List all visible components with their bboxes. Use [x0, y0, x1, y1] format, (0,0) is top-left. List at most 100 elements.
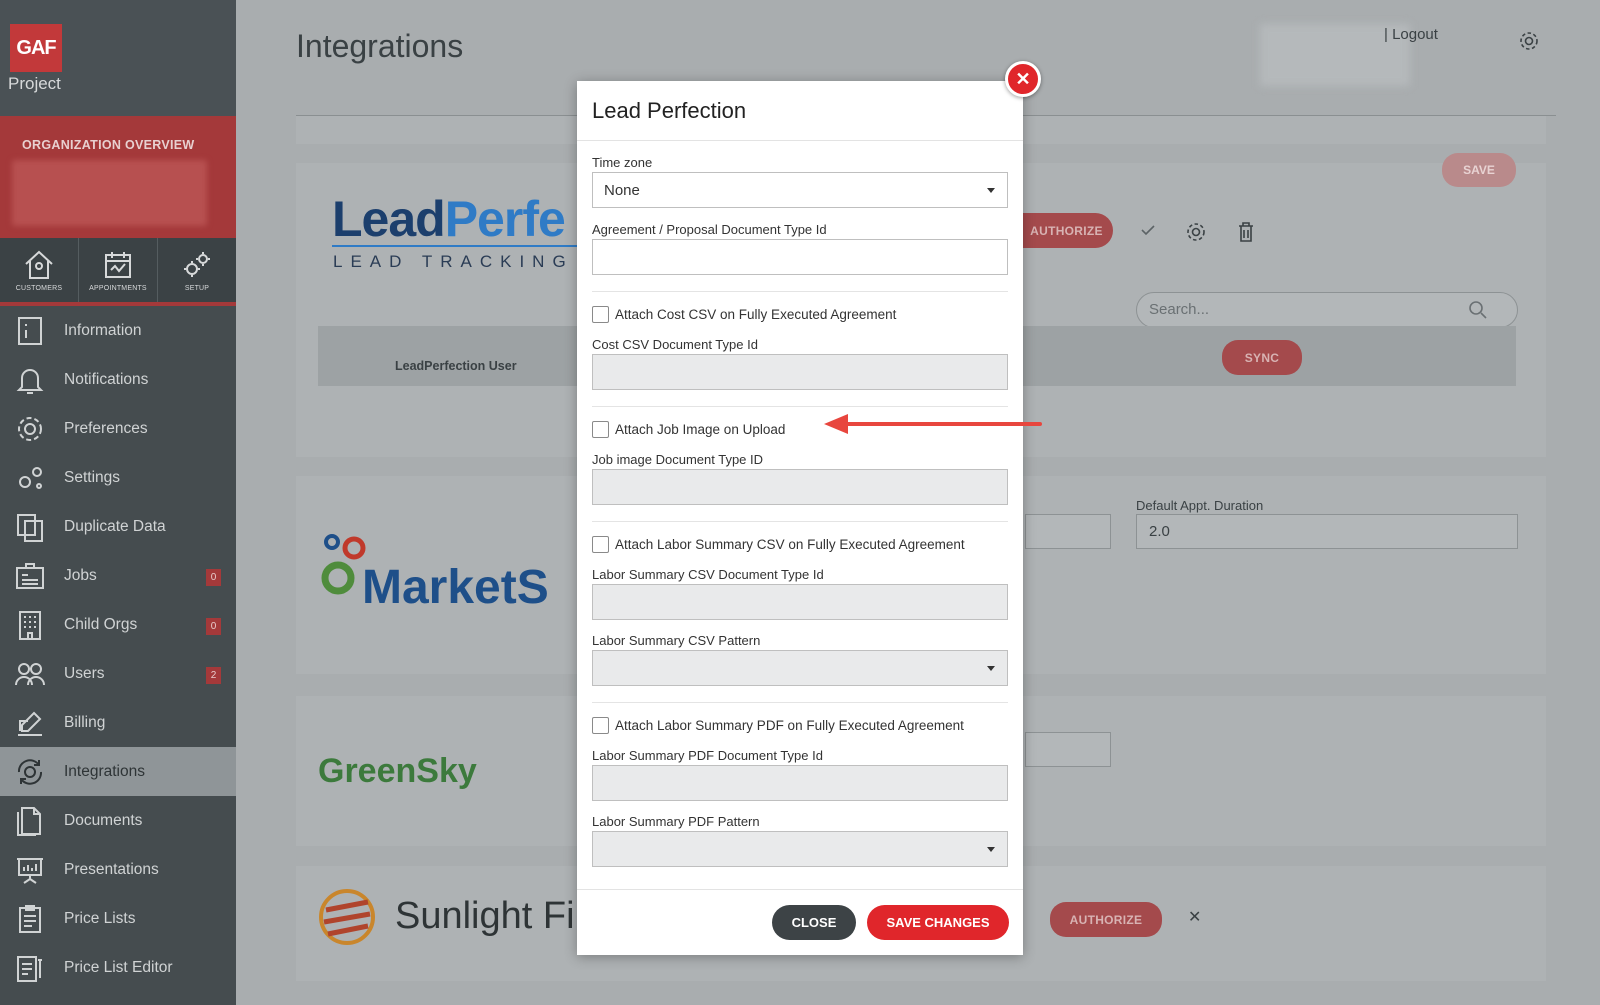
- search-input[interactable]: Search...: [1136, 292, 1518, 328]
- sidebar-item-documents[interactable]: Documents: [0, 796, 236, 845]
- quick-link-setup[interactable]: SETUP: [158, 238, 236, 302]
- sidebar-item-label: Settings: [64, 468, 121, 486]
- sidebar-item-label: Information: [64, 321, 142, 339]
- sunlight-logo-icon: [319, 889, 375, 945]
- users-icon: [15, 662, 45, 685]
- sidebar-item-users[interactable]: Users 2: [0, 649, 236, 698]
- labor-csv-doc-type-input[interactable]: [592, 584, 1008, 620]
- info-icon: [18, 316, 42, 345]
- sidebar-item-label: Notifications: [64, 370, 149, 388]
- id-card-icon: [16, 562, 44, 589]
- logout-link[interactable]: | Logout: [1384, 26, 1438, 43]
- sidebar-item-price-list-editor[interactable]: Price List Editor: [0, 943, 236, 992]
- building-icon: [19, 610, 41, 640]
- trash-icon[interactable]: [1237, 221, 1255, 243]
- sidebar-item-label: Price List Editor: [64, 958, 173, 976]
- search-icon[interactable]: [1468, 300, 1488, 320]
- agreement-doc-type-input[interactable]: [592, 239, 1008, 275]
- quick-link-label: CUSTOMERS: [15, 285, 63, 292]
- cost-csv-doc-type-input[interactable]: [592, 354, 1008, 390]
- annotation-arrow-icon: [824, 414, 1042, 434]
- quick-link-customers[interactable]: CUSTOMERS: [0, 238, 79, 302]
- attach-cost-csv-checkbox[interactable]: [592, 306, 609, 323]
- attach-labor-csv-row[interactable]: Attach Labor Summary CSV on Fully Execut…: [592, 536, 1008, 553]
- labor-csv-pattern-label: Labor Summary CSV Pattern: [592, 633, 761, 648]
- sidebar-item-information[interactable]: Information: [0, 306, 236, 355]
- integrations-icon: [17, 758, 43, 785]
- quick-link-appointments[interactable]: APPOINTMENTS: [79, 238, 158, 302]
- labor-pdf-pattern-select[interactable]: [592, 831, 1008, 867]
- org-overview: ORGANIZATION OVERVIEW: [0, 116, 236, 238]
- calendar-icon: [105, 252, 131, 278]
- page-title: Integrations: [296, 28, 464, 64]
- attach-cost-csv-label: Attach Cost CSV on Fully Executed Agreem…: [615, 307, 897, 322]
- sync-button[interactable]: SYNC: [1222, 340, 1302, 375]
- cost-csv-doc-type-label: Cost CSV Document Type Id: [592, 337, 758, 352]
- gear-icon[interactable]: [1518, 30, 1540, 52]
- modal-footer: CLOSE SAVE CHANGES: [577, 889, 1023, 955]
- lp-logo-part-b: Perfe: [444, 191, 566, 247]
- sidebar-item-label: Documents: [64, 811, 143, 829]
- sidebar-item-child-orgs[interactable]: Child Orgs 0: [0, 600, 236, 649]
- close-icon[interactable]: ✕: [1188, 907, 1201, 927]
- section-divider: [592, 291, 1008, 292]
- org-overview-title: ORGANIZATION OVERVIEW: [22, 138, 195, 152]
- attach-labor-pdf-row[interactable]: Attach Labor Summary PDF on Fully Execut…: [592, 717, 1008, 734]
- greensky-field-partial[interactable]: [1025, 732, 1111, 767]
- check-icon[interactable]: [1140, 222, 1156, 238]
- sidebar-item-settings[interactable]: Settings: [0, 453, 236, 502]
- bell-icon: [16, 368, 44, 394]
- section-divider: [592, 702, 1008, 703]
- attach-cost-csv-row[interactable]: Attach Cost CSV on Fully Executed Agreem…: [592, 306, 1008, 323]
- price-list-editor-icon: [17, 955, 42, 982]
- labor-pdf-pattern-label: Labor Summary PDF Pattern: [592, 814, 760, 829]
- quick-link-label: SETUP: [184, 285, 210, 292]
- sidebar: GAF Project ORGANIZATION OVERVIEW CUSTOM…: [0, 0, 236, 1005]
- sidebar-nav: Information Notifications Preferences Se…: [0, 306, 236, 992]
- sidebar-item-integrations[interactable]: Integrations: [0, 747, 236, 796]
- sidebar-item-label: Child Orgs: [64, 615, 138, 633]
- lead-perfection-modal: Lead Perfection Time zone None Agreement…: [577, 81, 1023, 955]
- modal-close-icon[interactable]: ✕: [1005, 61, 1041, 97]
- sidebar-item-billing[interactable]: Billing: [0, 698, 236, 747]
- attach-labor-csv-checkbox[interactable]: [592, 536, 609, 553]
- gear-icon[interactable]: [1185, 221, 1207, 243]
- sidebar-item-preferences[interactable]: Preferences: [0, 404, 236, 453]
- attach-labor-pdf-label: Attach Labor Summary PDF on Fully Execut…: [615, 718, 964, 733]
- home-icon: [25, 250, 53, 279]
- close-button[interactable]: CLOSE: [772, 905, 856, 940]
- billing-icon: [18, 711, 42, 736]
- save-changes-button[interactable]: SAVE CHANGES: [867, 905, 1009, 940]
- labor-csv-pattern-select[interactable]: [592, 650, 1008, 686]
- greensky-logo: GreenSky: [318, 752, 477, 790]
- presentation-icon: [17, 857, 43, 884]
- gaf-logo[interactable]: GAF: [10, 24, 62, 72]
- sidebar-item-presentations[interactable]: Presentations: [0, 845, 236, 894]
- attach-job-image-checkbox[interactable]: [592, 421, 609, 438]
- sidebar-item-label: Preferences: [64, 419, 148, 437]
- price-list-icon: [19, 904, 41, 933]
- users-count-badge: 2: [206, 667, 221, 684]
- sidebar-item-label: Billing: [64, 713, 106, 731]
- attach-labor-pdf-checkbox[interactable]: [592, 717, 609, 734]
- gears-icon: [19, 466, 42, 489]
- sunlight-logo: Sunlight Fi: [395, 895, 575, 937]
- sidebar-item-label: Presentations: [64, 860, 159, 878]
- marketsharp-field-partial[interactable]: [1025, 514, 1111, 549]
- sidebar-item-duplicate-data[interactable]: Duplicate Data: [0, 502, 236, 551]
- save-button[interactable]: SAVE: [1442, 153, 1516, 187]
- leadperfection-tagline: LEAD TRACKING S: [333, 252, 606, 271]
- sidebar-item-notifications[interactable]: Notifications: [0, 355, 236, 404]
- quick-link-label: APPOINTMENTS: [89, 285, 147, 292]
- authorize-button[interactable]: AUTHORIZE: [1020, 213, 1113, 248]
- sidebar-item-jobs[interactable]: Jobs 0: [0, 551, 236, 600]
- timezone-label: Time zone: [592, 155, 653, 170]
- sidebar-item-price-lists[interactable]: Price Lists: [0, 894, 236, 943]
- child-orgs-count-badge: 0: [206, 618, 221, 635]
- lp-logo-part-a: Lead: [332, 191, 446, 247]
- default-duration-input[interactable]: 2.0: [1136, 514, 1518, 549]
- authorize-button-sunlight[interactable]: AUTHORIZE: [1050, 902, 1162, 937]
- timezone-select[interactable]: None: [592, 172, 1008, 208]
- job-image-doc-type-input[interactable]: [592, 469, 1008, 505]
- labor-pdf-doc-type-input[interactable]: [592, 765, 1008, 801]
